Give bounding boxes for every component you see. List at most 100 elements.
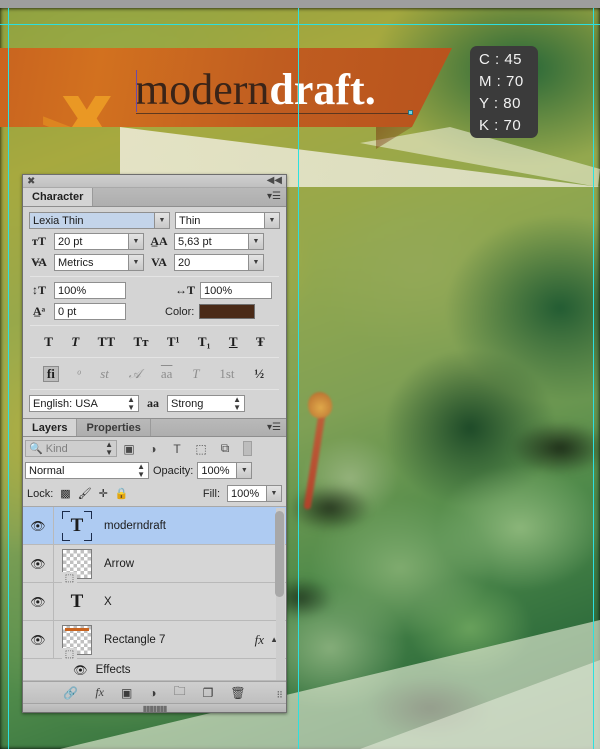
layer-filter-stepper-icon[interactable]: ▲ ▼ <box>100 440 113 457</box>
link-layers-icon[interactable]: 🔗 <box>63 686 78 700</box>
layer-visibility-eye-icon[interactable]: 👁 <box>23 519 53 533</box>
tab-properties[interactable]: Properties <box>77 419 151 436</box>
layer-thumbnail-text[interactable]: T <box>62 587 92 617</box>
table-row[interactable]: 👁 ⬚ Rectangle 7 fx ▲ <box>23 621 286 661</box>
fill-chevron-down-icon[interactable]: ▼ <box>267 485 282 502</box>
oldstyle-button[interactable]: aa <box>159 366 175 382</box>
opacity-field[interactable] <box>197 462 238 479</box>
subscript-button[interactable]: T₁ <box>196 334 213 350</box>
layer-visibility-eye-icon[interactable]: 👁 <box>23 633 53 647</box>
baseline-shift-input[interactable] <box>55 304 125 319</box>
blend-mode-select[interactable]: Normal ▲ ▼ <box>25 462 149 479</box>
panel-resize-grip[interactable]: ⠿ <box>276 690 283 701</box>
character-panel-menu-icon[interactable]: ▾☰ <box>267 191 281 202</box>
vertical-scale-field[interactable] <box>54 282 126 299</box>
fractions-button[interactable]: ½ <box>252 366 266 382</box>
small-caps-button[interactable]: Tᴛ <box>131 334 150 350</box>
font-family-chevron-down-icon[interactable]: ▼ <box>155 212 170 229</box>
delete-layer-icon[interactable]: 🗑 <box>230 686 245 700</box>
font-style-combo[interactable]: ▼ <box>175 212 280 229</box>
language-select[interactable]: English: USA ▲ ▼ <box>29 395 139 412</box>
antialias-select[interactable]: Strong ▲ ▼ <box>167 395 245 412</box>
font-style-chevron-down-icon[interactable]: ▼ <box>265 212 280 229</box>
underline-button[interactable]: T <box>227 334 240 350</box>
kerning-combo[interactable]: ▼ <box>54 254 144 271</box>
tracking-combo[interactable]: ▼ <box>174 254 264 271</box>
lock-position-icon[interactable]: ✛ <box>99 487 108 500</box>
layer-visibility-eye-icon[interactable]: 👁 <box>23 557 53 571</box>
ordinals-button[interactable]: 1st <box>217 366 236 382</box>
table-row[interactable]: 👁 T moderndraft <box>23 507 286 545</box>
discretionary-ligatures-button[interactable]: st <box>98 366 111 382</box>
close-icon[interactable]: ✖ <box>27 176 35 187</box>
language-stepper-icon[interactable]: ▲ ▼ <box>122 395 135 412</box>
collapse-panel-icon[interactable]: ◀◀ <box>267 175 282 187</box>
layers-panel-menu-icon[interactable]: ▾☰ <box>267 422 281 433</box>
kerning-input[interactable] <box>55 255 128 270</box>
layer-name[interactable]: X <box>104 596 112 608</box>
table-row[interactable]: 👁 ⬚ Arrow <box>23 545 286 585</box>
text-bounding-handle[interactable] <box>408 110 413 115</box>
font-size-chevron-down-icon[interactable]: ▼ <box>129 233 144 250</box>
baseline-shift-field[interactable] <box>54 303 126 320</box>
fill-combo[interactable]: ▼ <box>227 485 282 502</box>
add-layer-style-icon[interactable]: fx <box>95 685 104 700</box>
layer-filter-kind-select[interactable]: 🔍 Kind ▲ ▼ <box>25 440 117 457</box>
layer-name[interactable]: Arrow <box>104 558 134 570</box>
filter-shape-icon[interactable]: ⬚ <box>189 442 213 456</box>
horizontal-scale-field[interactable] <box>200 282 272 299</box>
new-adjustment-layer-icon[interactable]: ◑ <box>149 686 156 700</box>
font-size-input[interactable] <box>55 234 128 249</box>
layer-thumbnail-smart-object[interactable]: ⬚ <box>62 548 92 585</box>
all-caps-button[interactable]: TT <box>96 334 117 350</box>
filter-type-icon[interactable]: T <box>165 442 189 456</box>
leading-input[interactable] <box>175 234 248 249</box>
antialias-stepper-icon[interactable]: ▲ ▼ <box>228 395 241 412</box>
text-color-swatch[interactable] <box>199 304 256 319</box>
layer-visibility-eye-icon[interactable]: 👁 <box>23 595 53 609</box>
new-group-icon[interactable]: 🗀 <box>174 682 186 703</box>
tracking-chevron-down-icon[interactable]: ▼ <box>249 254 264 271</box>
layers-panel-footer[interactable]: 🔗 fx ▣ ◑ 🗀 ❐ 🗑 ⠿ <box>23 681 286 703</box>
opacity-chevron-down-icon[interactable]: ▼ <box>237 462 253 479</box>
guide-vertical-center[interactable] <box>298 0 299 749</box>
kerning-chevron-down-icon[interactable]: ▼ <box>129 254 144 271</box>
layer-thumbnail-text[interactable]: T <box>62 510 92 541</box>
new-layer-icon[interactable]: ❐ <box>203 686 214 700</box>
font-family-combo[interactable]: ▼ <box>29 212 170 229</box>
layers-tab-bar[interactable]: Layers Properties ▾☰ <box>23 418 286 437</box>
lock-image-icon[interactable]: 🖌 <box>78 487 92 500</box>
panel-drag-grip[interactable]: ▮▮▮▮▮▮▮ <box>23 703 286 713</box>
layer-name[interactable]: moderndraft <box>104 520 166 532</box>
leading-chevron-down-icon[interactable]: ▼ <box>249 233 264 250</box>
add-layer-mask-icon[interactable]: ▣ <box>121 686 132 700</box>
font-size-combo[interactable]: ▼ <box>54 233 144 250</box>
titling-alternates-button[interactable]: T <box>190 366 201 382</box>
opacity-combo[interactable]: ▼ <box>197 462 253 479</box>
fill-field[interactable] <box>227 485 267 502</box>
tab-character[interactable]: Character <box>23 188 94 206</box>
filter-adjustment-icon[interactable]: ◑ <box>141 442 165 456</box>
contextual-alternates-button[interactable]: ᵒ <box>75 366 83 382</box>
guide-vertical-right[interactable] <box>593 0 594 749</box>
layer-list[interactable]: 👁 T moderndraft 👁 ⬚ Arrow 👁 T X 👁 ⬚ Rect… <box>23 506 286 681</box>
leading-field[interactable] <box>174 233 249 250</box>
font-style-input[interactable] <box>176 213 264 228</box>
tracking-input[interactable] <box>175 255 248 270</box>
tab-layers[interactable]: Layers <box>23 419 78 436</box>
guide-horizontal-top[interactable] <box>0 24 600 25</box>
logo-text[interactable]: moderndraft. <box>135 66 376 114</box>
font-family-input[interactable] <box>30 213 154 228</box>
guide-vertical-left[interactable] <box>8 0 9 749</box>
swash-button[interactable]: 𝒜 <box>127 366 143 382</box>
font-style-field[interactable] <box>175 212 265 229</box>
tracking-field[interactable] <box>174 254 249 271</box>
type-style-button-row[interactable]: T T TT Tᴛ T¹ T₁ T Ŧ <box>29 331 280 352</box>
table-row[interactable]: 👁 T X <box>23 583 286 621</box>
filter-pixel-icon[interactable]: ▣ <box>117 442 141 456</box>
opentype-button-row[interactable]: fi ᵒ st 𝒜 aa T 1st ½ <box>29 363 280 384</box>
lock-all-icon[interactable]: 🔒 <box>115 487 129 500</box>
horizontal-scale-input[interactable] <box>201 283 271 298</box>
effects-visibility-eye-icon[interactable]: 👁 <box>73 663 88 677</box>
lock-transparency-icon[interactable]: ▩ <box>60 487 70 500</box>
